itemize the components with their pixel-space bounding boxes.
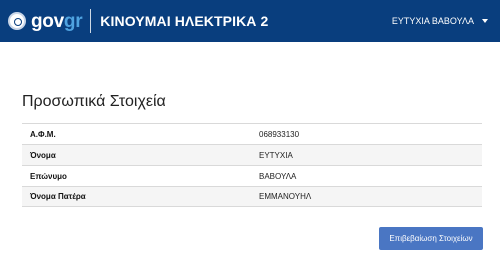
brand-wordmark: govgr [31,10,83,32]
detail-row-afm: Α.Φ.Μ. 068933130 [22,123,482,144]
detail-label: Α.Φ.Μ. [30,129,56,139]
govgr-logo[interactable]: govgr [8,0,83,42]
user-name: ΕΥΤΥΧΙΑ ΒΑΒΟΥΛΑ [391,16,474,26]
detail-value: ΕΥΤΥΧΙΑ [259,150,293,160]
app-title: ΚΙΝΟΥΜΑΙ ΗΛΕΚΤΡΙΚΑ 2 [100,13,269,29]
caret-down-icon [482,19,488,23]
personal-details-table: Α.Φ.Μ. 068933130 Όνομα ΕΥΤΥΧΙΑ Επώνυμο Β… [22,123,482,207]
detail-label: Όνομα [30,150,56,160]
detail-row-father-name: Όνομα Πατέρα ΕΜΜΑΝΟΥΗΛ [22,186,482,207]
detail-row-last-name: Επώνυμο ΒΑΒΟΥΛΑ [22,165,482,186]
brand-accent: gr [63,10,83,32]
greek-seal-icon [8,12,26,30]
confirm-details-button[interactable]: Επιβεβαίωση Στοιχείων [379,227,483,250]
user-menu[interactable]: ΕΥΤΥΧΙΑ ΒΑΒΟΥΛΑ [392,0,488,42]
page-title: Προσωπικά Στοιχεία [22,93,166,110]
detail-value: ΒΑΒΟΥΛΑ [259,171,297,181]
top-header: govgr ΚΙΝΟΥΜΑΙ ΗΛΕΚΤΡΙΚΑ 2 ΕΥΤΥΧΙΑ ΒΑΒΟΥ… [0,0,500,42]
brand-main: gov [31,10,64,32]
detail-value: 068933130 [259,129,300,139]
header-divider [90,9,92,33]
detail-label: Όνομα Πατέρα [30,192,86,201]
detail-row-first-name: Όνομα ΕΥΤΥΧΙΑ [22,144,482,165]
detail-label: Επώνυμο [30,171,67,181]
detail-value: ΕΜΜΑΝΟΥΗΛ [259,192,312,201]
